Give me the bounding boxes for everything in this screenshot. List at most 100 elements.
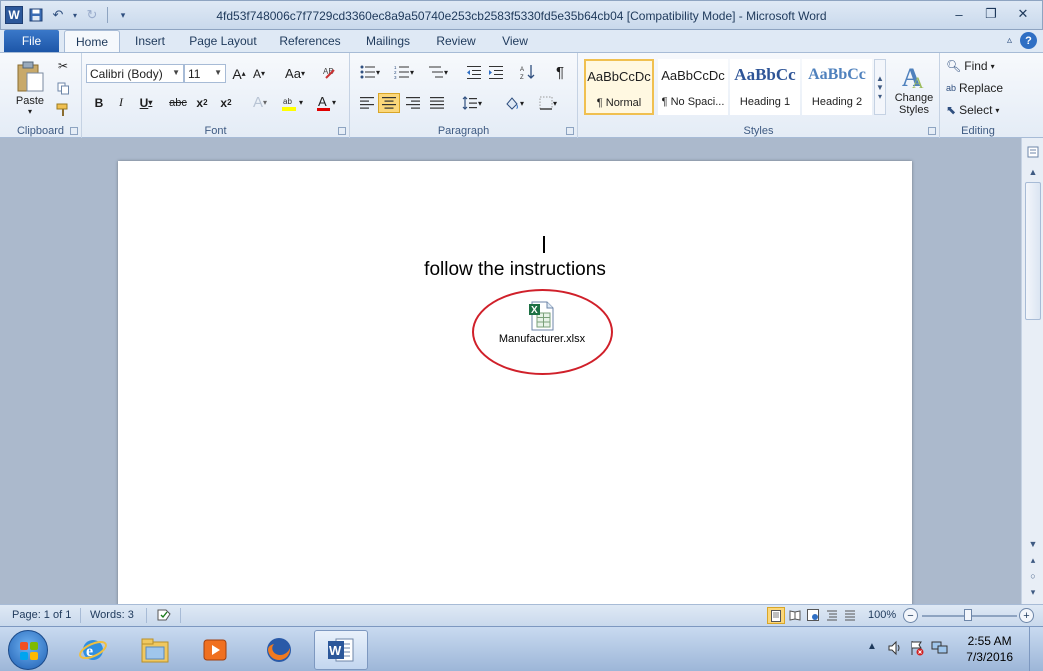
tab-page-layout[interactable]: Page Layout [182, 30, 264, 52]
italic-icon[interactable]: I [112, 93, 130, 112]
scrollbar-thumb[interactable] [1025, 182, 1041, 320]
draft-view-icon[interactable] [844, 609, 856, 624]
tab-review[interactable]: Review [428, 30, 484, 52]
find-button[interactable]: 🔍︎ Find ▾ [946, 57, 1012, 75]
change-styles-button[interactable]: AA Change Styles [890, 57, 938, 121]
decrease-indent-icon[interactable] [464, 62, 484, 82]
previous-page-icon[interactable]: ▴ [1025, 552, 1041, 568]
taskbar-firefox[interactable] [252, 630, 306, 670]
clipboard-launcher-icon[interactable] [70, 127, 78, 135]
format-painter-icon[interactable] [54, 101, 72, 119]
justify-icon[interactable] [426, 93, 448, 113]
scroll-down-icon[interactable]: ▼ [1025, 536, 1041, 552]
borders-icon[interactable]: ▾ [534, 93, 562, 113]
font-size-combo[interactable]: 11 ▼ [184, 64, 226, 83]
show-formatting-marks-icon[interactable]: ¶ [550, 62, 570, 82]
subscript-icon[interactable]: x2 [192, 93, 212, 112]
styles-scroll-up-icon[interactable]: ▲ [876, 74, 884, 83]
action-center-icon[interactable] [909, 640, 925, 659]
cut-icon[interactable]: ✂ [54, 57, 72, 75]
superscript-icon[interactable]: x2 [216, 93, 236, 112]
replace-button[interactable]: ab Replace [946, 79, 1012, 97]
strikethrough-icon[interactable]: abc [166, 93, 190, 112]
text-cursor [543, 236, 545, 253]
word-count[interactable]: Words: 3 [90, 609, 134, 621]
tab-insert[interactable]: Insert [124, 30, 176, 52]
volume-icon[interactable] [887, 640, 903, 659]
close-icon[interactable]: ✕ [1008, 4, 1038, 24]
change-case-icon[interactable]: Aa ▾ [282, 64, 308, 83]
increase-indent-icon[interactable] [486, 62, 506, 82]
align-left-icon[interactable] [356, 93, 378, 113]
numbering-icon[interactable]: 1 2 3 ▾ [390, 62, 418, 82]
shrink-font-icon[interactable]: A ▾ [250, 64, 268, 83]
styles-more-icon[interactable]: ▾ [878, 92, 882, 101]
tab-mailings[interactable]: Mailings [356, 30, 420, 52]
align-right-icon[interactable] [402, 93, 424, 113]
outline-view-icon[interactable] [826, 609, 838, 624]
grow-font-icon[interactable]: A ▴ [230, 64, 248, 83]
line-spacing-icon[interactable]: ▾ [458, 93, 486, 113]
underline-icon[interactable]: U ▾ [134, 93, 158, 112]
style-no-spacing[interactable]: AaBbCcDc ¶ No Spaci... [658, 59, 728, 115]
paste-label: Paste [15, 94, 45, 107]
show-desktop-button[interactable] [1029, 627, 1043, 671]
taskbar-media-player[interactable] [188, 630, 242, 670]
restore-icon[interactable]: ❐ [976, 4, 1006, 24]
bold-icon[interactable]: B [90, 93, 108, 112]
font-color-icon[interactable]: A ▾ [312, 93, 340, 112]
print-layout-view-icon[interactable] [767, 607, 785, 624]
page-count[interactable]: Page: 1 of 1 [12, 609, 71, 621]
taskbar-internet-explorer[interactable]: e [66, 630, 120, 670]
network-icon[interactable] [931, 640, 949, 659]
zoom-slider-thumb[interactable] [964, 609, 972, 621]
zoom-in-icon[interactable]: + [1019, 608, 1034, 623]
full-screen-reading-icon[interactable] [789, 609, 801, 624]
tab-home[interactable]: Home [64, 30, 120, 52]
scroll-up-icon[interactable]: ▲ [1025, 164, 1041, 180]
vertical-scrollbar[interactable]: ▲ ▼ ▴ ○ ▾ [1021, 138, 1043, 604]
styles-launcher-icon[interactable] [928, 127, 936, 135]
clear-formatting-icon[interactable]: AB [320, 62, 340, 82]
next-page-icon[interactable]: ▾ [1025, 584, 1041, 600]
find-icon: 🔍︎ [946, 59, 962, 73]
tab-references[interactable]: References [272, 30, 348, 52]
document-body-text[interactable]: follow the instructions [118, 259, 912, 281]
style-normal[interactable]: AaBbCcDc ¶ Normal [584, 59, 654, 115]
paste-button[interactable]: Paste ▾ [8, 57, 52, 119]
copy-icon[interactable] [54, 79, 72, 97]
styles-scroll-down-icon[interactable]: ▼ [876, 83, 884, 92]
minimize-ribbon-icon[interactable]: ▵ [1007, 35, 1012, 46]
styles-gallery-scroll[interactable]: ▲ ▼ ▾ [874, 59, 886, 115]
proofing-icon[interactable] [156, 608, 172, 625]
text-effects-icon[interactable]: A ▾ [248, 93, 272, 112]
zoom-out-icon[interactable]: − [903, 608, 918, 623]
document-page[interactable]: follow the instructions X Manufacturer.x… [118, 161, 912, 604]
embedded-xlsx-attachment[interactable]: X Manufacturer.xlsx [496, 301, 588, 345]
align-center-icon[interactable] [378, 93, 400, 113]
select-button[interactable]: ⬉ Select ▾ [946, 101, 1012, 119]
font-name-combo[interactable]: Calibri (Body) ▼ [86, 64, 184, 83]
show-hidden-icons[interactable]: ▲ [867, 641, 877, 652]
select-browse-object-icon[interactable]: ○ [1025, 568, 1041, 584]
multilevel-list-icon[interactable]: ▾ [424, 62, 452, 82]
zoom-level[interactable]: 100% [868, 609, 896, 621]
minimize-icon[interactable]: – [944, 4, 974, 24]
tab-file[interactable]: File [4, 30, 59, 52]
font-launcher-icon[interactable] [338, 127, 346, 135]
taskbar-microsoft-word[interactable]: W [314, 630, 368, 670]
style-heading-2[interactable]: AaBbCc Heading 2 [802, 59, 872, 115]
style-heading-1[interactable]: AaBbCc Heading 1 [730, 59, 800, 115]
taskbar-file-explorer[interactable] [128, 630, 182, 670]
tab-view[interactable]: View [492, 30, 538, 52]
view-ruler-icon[interactable] [1025, 144, 1041, 160]
taskbar-clock[interactable]: 2:55 AM 7/3/2016 [966, 633, 1013, 665]
paragraph-launcher-icon[interactable] [566, 127, 574, 135]
web-layout-icon[interactable] [807, 609, 819, 624]
shading-icon[interactable]: ▾ [500, 93, 528, 113]
help-icon[interactable]: ? [1020, 32, 1037, 49]
bullets-icon[interactable]: ▾ [356, 62, 384, 82]
sort-icon[interactable]: AZ [518, 62, 538, 82]
highlight-color-icon[interactable]: ab ▾ [278, 93, 306, 112]
start-button[interactable] [8, 630, 48, 670]
